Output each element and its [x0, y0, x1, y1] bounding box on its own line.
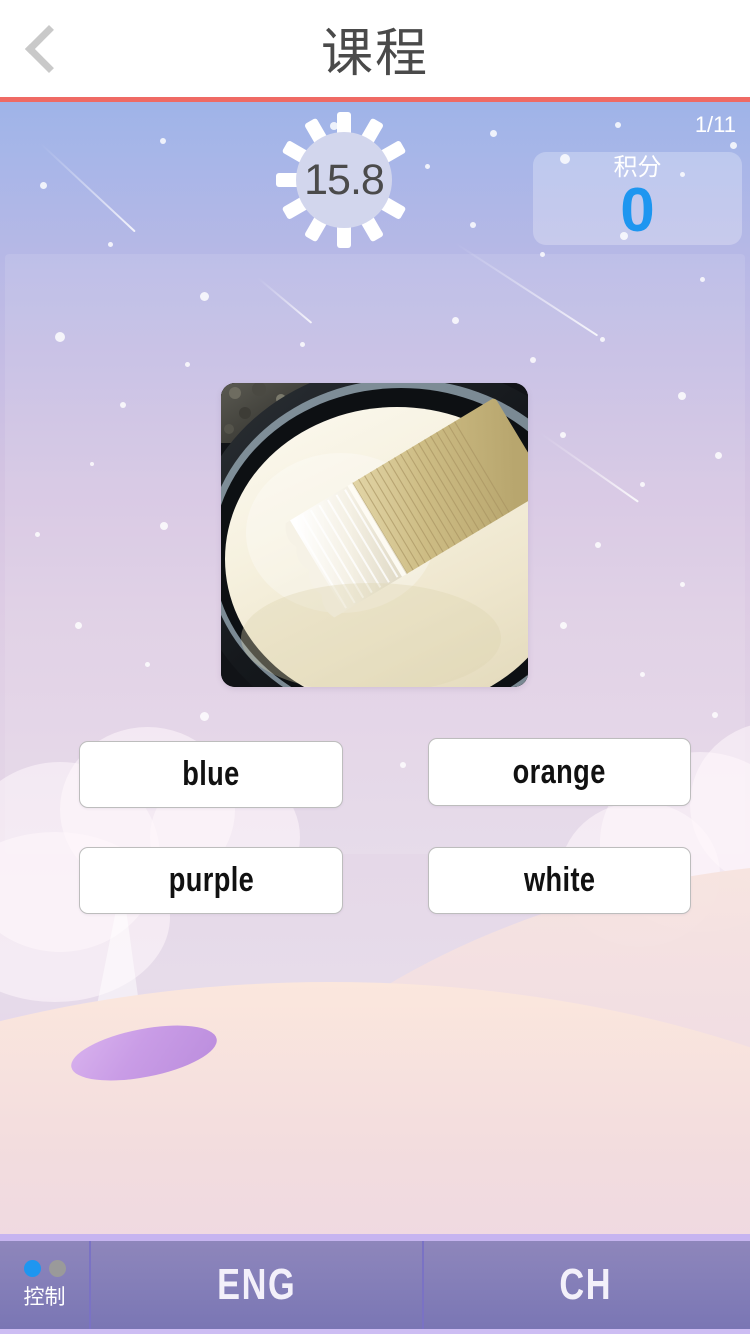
- language-button-ch-label: CH: [559, 1260, 613, 1309]
- answer-option-label: white: [523, 861, 596, 899]
- status-dot-inactive: [48, 1259, 66, 1277]
- paint-can-photo: [221, 383, 528, 687]
- bottom-bar: 控制 ENG CH: [0, 1241, 750, 1329]
- header-bar: 课程: [0, 0, 750, 97]
- answer-option-3[interactable]: white: [428, 847, 691, 914]
- bottom-bar-bottom-strip: [0, 1329, 750, 1334]
- hill-near: [0, 982, 750, 1234]
- progress-counter: 1/11: [694, 112, 736, 137]
- language-button-eng[interactable]: ENG: [91, 1241, 424, 1329]
- language-button-ch[interactable]: CH: [424, 1241, 748, 1329]
- timer-face: 15.8: [296, 132, 392, 228]
- question-image: [221, 383, 528, 687]
- page-title: 课程: [320, 24, 429, 84]
- score-value: 0: [620, 176, 655, 245]
- timer-value: 15.8: [304, 155, 385, 204]
- app-root: 课程 15.8 1/11 积分 0 blue orange purple whi…: [0, 0, 750, 1334]
- control-label: 控制: [23, 1284, 66, 1309]
- answer-option-1[interactable]: orange: [428, 738, 691, 806]
- answer-option-label: orange: [512, 752, 607, 791]
- answer-option-label: purple: [168, 861, 254, 899]
- bottom-bar-top-strip: [0, 1234, 750, 1241]
- control-status-dots: [23, 1259, 66, 1277]
- language-button-eng-label: ENG: [216, 1260, 297, 1309]
- answer-option-0[interactable]: blue: [79, 741, 343, 808]
- answer-option-label: blue: [182, 755, 240, 793]
- control-button[interactable]: 控制: [0, 1241, 91, 1329]
- countdown-timer: 15.8: [274, 110, 414, 250]
- answer-option-2[interactable]: purple: [79, 847, 343, 914]
- status-dot-active: [23, 1259, 41, 1277]
- score-panel: 积分 0: [533, 152, 742, 245]
